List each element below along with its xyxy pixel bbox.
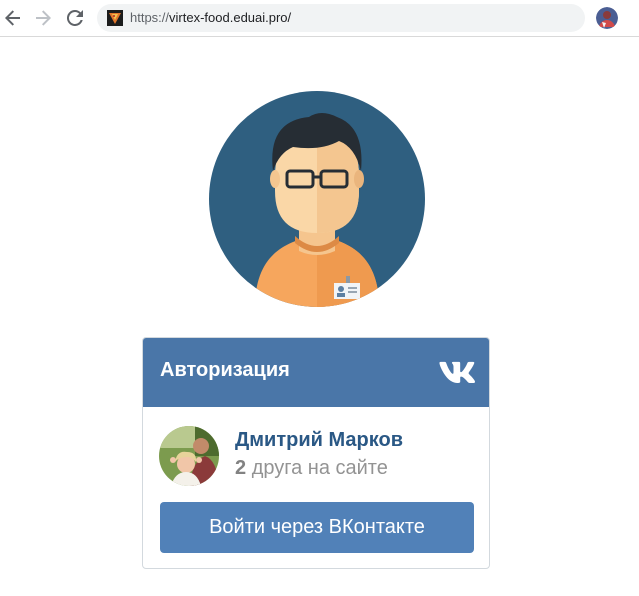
profile-avatar-icon [596, 7, 618, 29]
address-bar[interactable]: https://virtex-food.eduai.pro/ [97, 4, 585, 32]
browser-toolbar: https://virtex-food.eduai.pro/ [0, 0, 639, 37]
profile-avatar-button[interactable] [596, 7, 618, 29]
site-favicon-icon [107, 10, 123, 26]
user-avatar-illustration [209, 91, 425, 307]
reload-icon [67, 10, 83, 26]
forward-button[interactable] [31, 6, 55, 30]
card-title: Авторизация [160, 359, 290, 381]
url-text: https://virtex-food.eduai.pro/ [130, 10, 291, 25]
user-photo-image [159, 426, 219, 486]
reload-button[interactable] [63, 6, 87, 30]
card-header: Авторизация [143, 338, 489, 407]
arrow-left-icon [5, 10, 20, 26]
user-name: Дмитрий Марков [235, 429, 403, 451]
user-photo-avatar [159, 426, 219, 486]
friends-text: друга на сайте [251, 457, 388, 479]
friends-on-site: 2 друга на сайте [235, 457, 388, 480]
vk-login-button[interactable]: Войти через ВКонтакте [160, 502, 474, 553]
vk-logo-icon [439, 361, 475, 383]
url-scheme: https:// [130, 10, 170, 25]
arrow-right-icon [36, 10, 51, 26]
friends-count: 2 [235, 457, 247, 479]
url-host: virtex-food.eduai.pro/ [169, 10, 292, 25]
vk-auth-card: Авторизация Дмитрий Марков 2 друга на са… [142, 337, 490, 569]
back-button[interactable] [1, 6, 25, 30]
